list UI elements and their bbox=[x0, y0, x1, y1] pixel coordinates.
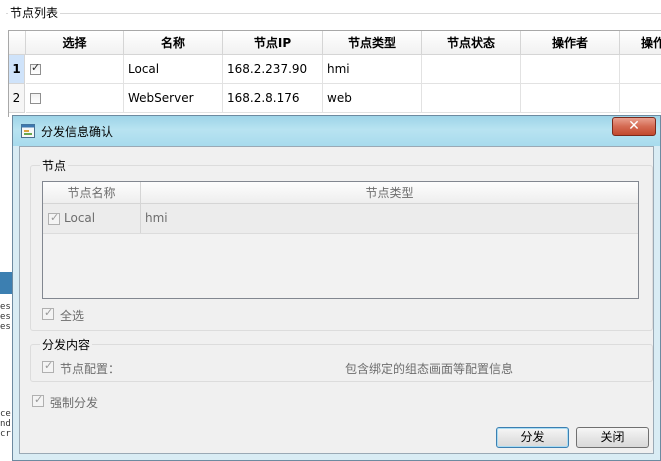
table-cell-ip[interactable]: 168.2.8.176 bbox=[223, 84, 323, 113]
background-text: es bbox=[0, 302, 11, 312]
row-select-checkbox[interactable]: ✓ bbox=[30, 61, 41, 75]
grid-cell-node-name: Local bbox=[64, 211, 96, 225]
column-header-type[interactable]: 节点类型 bbox=[323, 31, 422, 55]
column-header-select[interactable]: 选择 bbox=[26, 31, 124, 55]
table-cell-name[interactable]: WebServer bbox=[124, 84, 223, 113]
distribute-button[interactable]: 分发 bbox=[496, 427, 569, 448]
select-all-label: 全选 bbox=[60, 309, 85, 323]
node-config-checkbox[interactable]: ✓ bbox=[42, 359, 54, 373]
background-text: cr bbox=[0, 429, 11, 439]
background-panel-header bbox=[0, 272, 12, 294]
table-cell-status[interactable] bbox=[422, 84, 521, 113]
nodes-group-title: 节点 bbox=[40, 157, 69, 174]
distribute-confirm-dialog: 分发信息确认 ✕ 节点 节点名称 节点类型 ✓ Local hmi ✓ 全选 分… bbox=[12, 115, 661, 461]
force-distribute-label: 强制分发 bbox=[50, 396, 99, 410]
row-header[interactable]: 1 bbox=[9, 55, 25, 84]
table-cell-operator[interactable] bbox=[521, 55, 620, 84]
table-cell-select[interactable] bbox=[26, 84, 124, 113]
table-cell-status[interactable] bbox=[422, 55, 521, 84]
background-text: es bbox=[0, 312, 11, 322]
table-cell-type[interactable]: hmi bbox=[323, 55, 422, 84]
window-close-button[interactable]: ✕ bbox=[612, 117, 656, 136]
dialog-client-area: 节点 节点名称 节点类型 ✓ Local hmi ✓ 全选 分发内容 ✓ 节点配… bbox=[19, 146, 654, 454]
dialog-titlebar[interactable]: 分发信息确认 ✕ bbox=[13, 116, 660, 146]
node-list-group-border bbox=[6, 13, 661, 14]
row-header[interactable]: 2 bbox=[9, 84, 25, 113]
select-all-checkbox[interactable]: ✓ bbox=[42, 306, 54, 320]
column-header-name[interactable]: 名称 bbox=[124, 31, 223, 55]
row-header-corner bbox=[9, 31, 26, 55]
background-text-strip: es es es bbox=[0, 302, 12, 346]
dialog-title: 分发信息确认 bbox=[41, 125, 114, 139]
force-distribute-checkbox[interactable]: ✓ bbox=[32, 393, 44, 407]
grid-divider bbox=[140, 204, 141, 233]
table-cell-ip[interactable]: 168.2.237.90 bbox=[223, 55, 323, 84]
background-text: es bbox=[0, 322, 11, 332]
node-row-checkbox[interactable]: ✓ bbox=[48, 211, 60, 225]
grid-header-node-type[interactable]: 节点类型 bbox=[141, 182, 638, 204]
content-group-title: 分发内容 bbox=[40, 336, 93, 353]
column-header-operator[interactable]: 操作者 bbox=[521, 31, 620, 55]
close-icon: ✕ bbox=[628, 118, 640, 134]
node-config-label: 节点配置： bbox=[60, 362, 121, 376]
grid-row[interactable]: ✓ Local hmi bbox=[43, 204, 638, 234]
background-text-strip: ce nd cr bbox=[0, 409, 12, 453]
close-button[interactable]: 关闭 bbox=[576, 427, 649, 448]
table-cell-type[interactable]: web bbox=[323, 84, 422, 113]
node-list-group-title: 节点列表 bbox=[8, 4, 61, 21]
column-header-operation[interactable]: 操作 bbox=[620, 31, 661, 55]
table-cell-select[interactable]: ✓ bbox=[26, 55, 124, 84]
background-text: ce bbox=[0, 409, 11, 419]
table-cell-operation[interactable] bbox=[620, 55, 661, 84]
dialog-app-icon bbox=[21, 124, 35, 138]
nodes-grid: 节点名称 节点类型 ✓ Local hmi bbox=[42, 181, 639, 299]
node-config-description: 包含绑定的组态画面等配置信息 bbox=[345, 362, 514, 376]
column-header-ip[interactable]: 节点IP bbox=[223, 31, 323, 55]
node-list-table: 选择 名称 节点IP 节点类型 节点状态 操作者 操作 1 ✓ Local 16… bbox=[8, 30, 661, 117]
grid-cell-node-type: hmi bbox=[145, 211, 168, 225]
column-header-status[interactable]: 节点状态 bbox=[422, 31, 521, 55]
table-cell-operator[interactable] bbox=[521, 84, 620, 113]
row-select-checkbox[interactable] bbox=[30, 93, 41, 104]
table-cell-name[interactable]: Local bbox=[124, 55, 223, 84]
content-group-border bbox=[30, 344, 653, 382]
table-cell-operation[interactable] bbox=[620, 84, 661, 113]
background-text: nd bbox=[0, 419, 11, 429]
grid-header-node-name[interactable]: 节点名称 bbox=[43, 182, 141, 204]
